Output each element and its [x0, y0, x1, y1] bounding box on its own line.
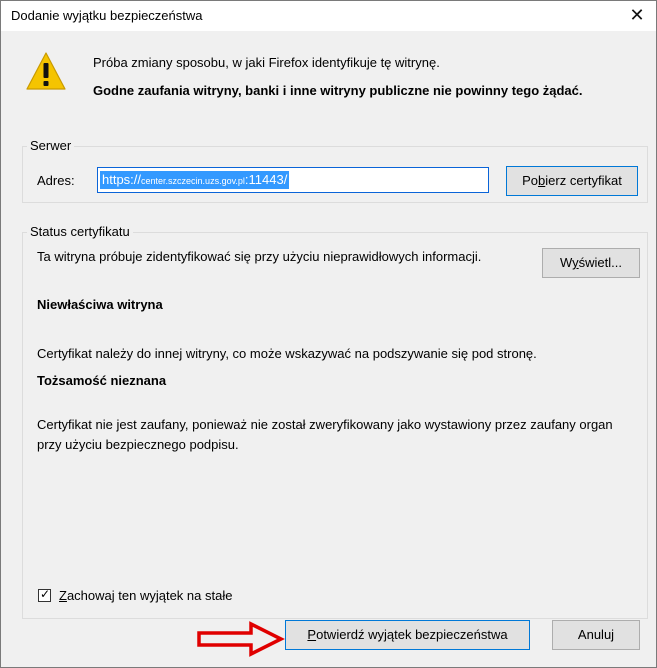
- url-host: center.szczecin.uzs.gov.pl: [141, 176, 245, 186]
- checkmark-icon: ✓: [40, 587, 51, 601]
- address-value: https://center.szczecin.uzs.gov.pl:11443…: [100, 171, 290, 189]
- cancel-button[interactable]: Anuluj: [552, 620, 640, 650]
- url-port-path: :11443/: [244, 172, 288, 187]
- address-label: Adres:: [37, 173, 75, 188]
- unknown-identity-text: Certyfikat nie jest zaufany, ponieważ ni…: [37, 417, 613, 452]
- unknown-identity-heading: Tożsamość nieznana: [37, 373, 167, 388]
- server-group: Serwer Adres: https://center.szczecin.uz…: [22, 138, 648, 203]
- address-input[interactable]: https://center.szczecin.uzs.gov.pl:11443…: [97, 167, 489, 193]
- server-legend: Serwer: [27, 138, 75, 153]
- url-scheme: https://: [102, 172, 142, 187]
- warning-message: Godne zaufania witryny, banki i inne wit…: [93, 83, 583, 98]
- info-message: Próba zmiany sposobu, w jaki Firefox ide…: [93, 55, 440, 70]
- permanent-exception-label[interactable]: Zachowaj ten wyjątek na stałe: [59, 588, 232, 603]
- wrong-site-heading: Niewłaściwa witryna: [37, 297, 163, 312]
- window-title: Dodanie wyjątku bezpieczeństwa: [11, 8, 203, 23]
- title-bar[interactable]: Dodanie wyjątku bezpieczeństwa ✕: [1, 1, 656, 31]
- status-legend: Status certyfikatu: [27, 224, 133, 239]
- confirm-exception-button[interactable]: Potwierdź wyjątek bezpieczeństwa: [285, 620, 530, 650]
- certificate-status-group: Status certyfikatu Ta witryna próbuje zi…: [22, 224, 648, 619]
- permanent-exception-checkbox[interactable]: ✓: [38, 587, 51, 602]
- status-intro: Ta witryna próbuje zidentyfikować się pr…: [37, 249, 482, 264]
- warning-icon: [26, 52, 66, 90]
- fetch-certificate-button[interactable]: Pobierz certyfikat: [506, 166, 638, 196]
- view-certificate-button[interactable]: Wyświetl...: [542, 248, 640, 278]
- wrong-site-text: Certyfikat należy do innej witryny, co m…: [37, 346, 537, 361]
- close-icon[interactable]: ✕: [626, 3, 648, 27]
- dialog-window: Dodanie wyjątku bezpieczeństwa ✕ Próba z…: [0, 0, 657, 668]
- red-arrow-icon: [197, 621, 285, 657]
